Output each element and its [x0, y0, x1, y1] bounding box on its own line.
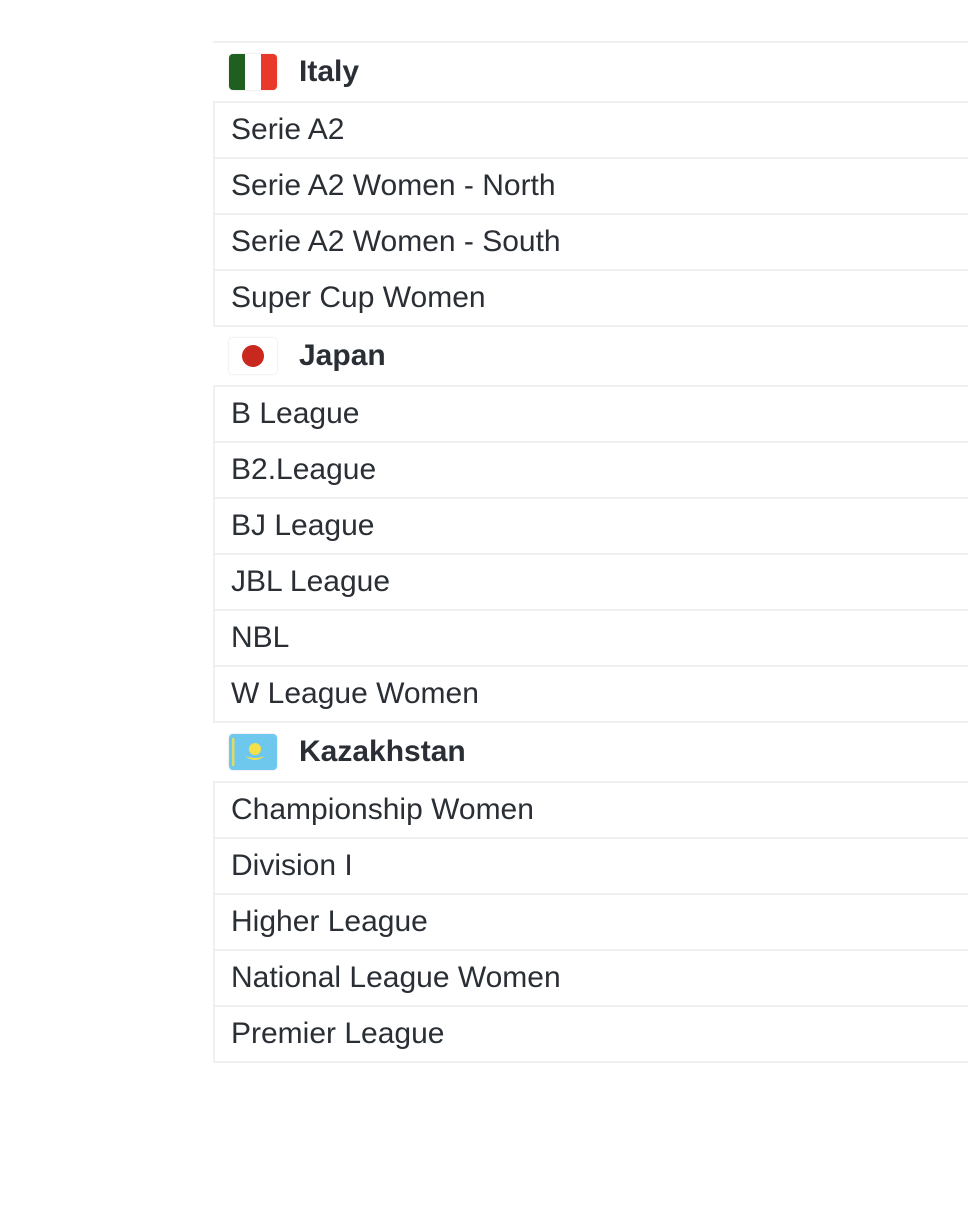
league-label: B League: [231, 397, 360, 430]
league-label: Championship Women: [231, 793, 534, 826]
league-label: W League Women: [231, 677, 479, 710]
japan-flag-icon: [229, 338, 277, 374]
league-label: NBL: [231, 621, 290, 654]
league-item[interactable]: Super Cup Women: [213, 271, 968, 327]
league-label: BJ League: [231, 509, 375, 542]
league-item[interactable]: W League Women: [213, 667, 968, 723]
league-label: Serie A2 Women - North: [231, 169, 556, 202]
kazakhstan-flag-icon: [229, 734, 277, 770]
country-name: Japan: [299, 339, 386, 372]
league-item[interactable]: JBL League: [213, 555, 968, 611]
league-item[interactable]: Serie A2 Women - North: [213, 159, 968, 215]
league-item[interactable]: Premier League: [213, 1007, 968, 1063]
league-label: Serie A2 Women - South: [231, 225, 561, 258]
league-item[interactable]: Serie A2 Women - South: [213, 215, 968, 271]
league-label: National League Women: [231, 961, 561, 994]
country-header-kazakhstan: Kazakhstan: [213, 723, 968, 783]
league-list: Italy Serie A2 Serie A2 Women - North Se…: [213, 41, 968, 1063]
league-label: Super Cup Women: [231, 281, 486, 314]
league-label: Higher League: [231, 905, 428, 938]
league-item[interactable]: Higher League: [213, 895, 968, 951]
league-label: JBL League: [231, 565, 391, 598]
league-label: Division I: [231, 849, 353, 882]
league-item[interactable]: NBL: [213, 611, 968, 667]
league-label: B2.League: [231, 453, 377, 486]
country-header-italy: Italy: [213, 43, 968, 103]
country-header-japan: Japan: [213, 327, 968, 387]
country-name: Kazakhstan: [299, 735, 466, 768]
league-item[interactable]: B League: [213, 387, 968, 443]
league-label: Premier League: [231, 1017, 445, 1050]
league-item[interactable]: B2.League: [213, 443, 968, 499]
league-item[interactable]: National League Women: [213, 951, 968, 1007]
italy-flag-icon: [229, 54, 277, 90]
league-item[interactable]: Division I: [213, 839, 968, 895]
league-item[interactable]: Championship Women: [213, 783, 968, 839]
league-item[interactable]: Serie A2: [213, 103, 968, 159]
league-label: Serie A2: [231, 113, 345, 146]
league-item[interactable]: BJ League: [213, 499, 968, 555]
country-name: Italy: [299, 55, 360, 88]
